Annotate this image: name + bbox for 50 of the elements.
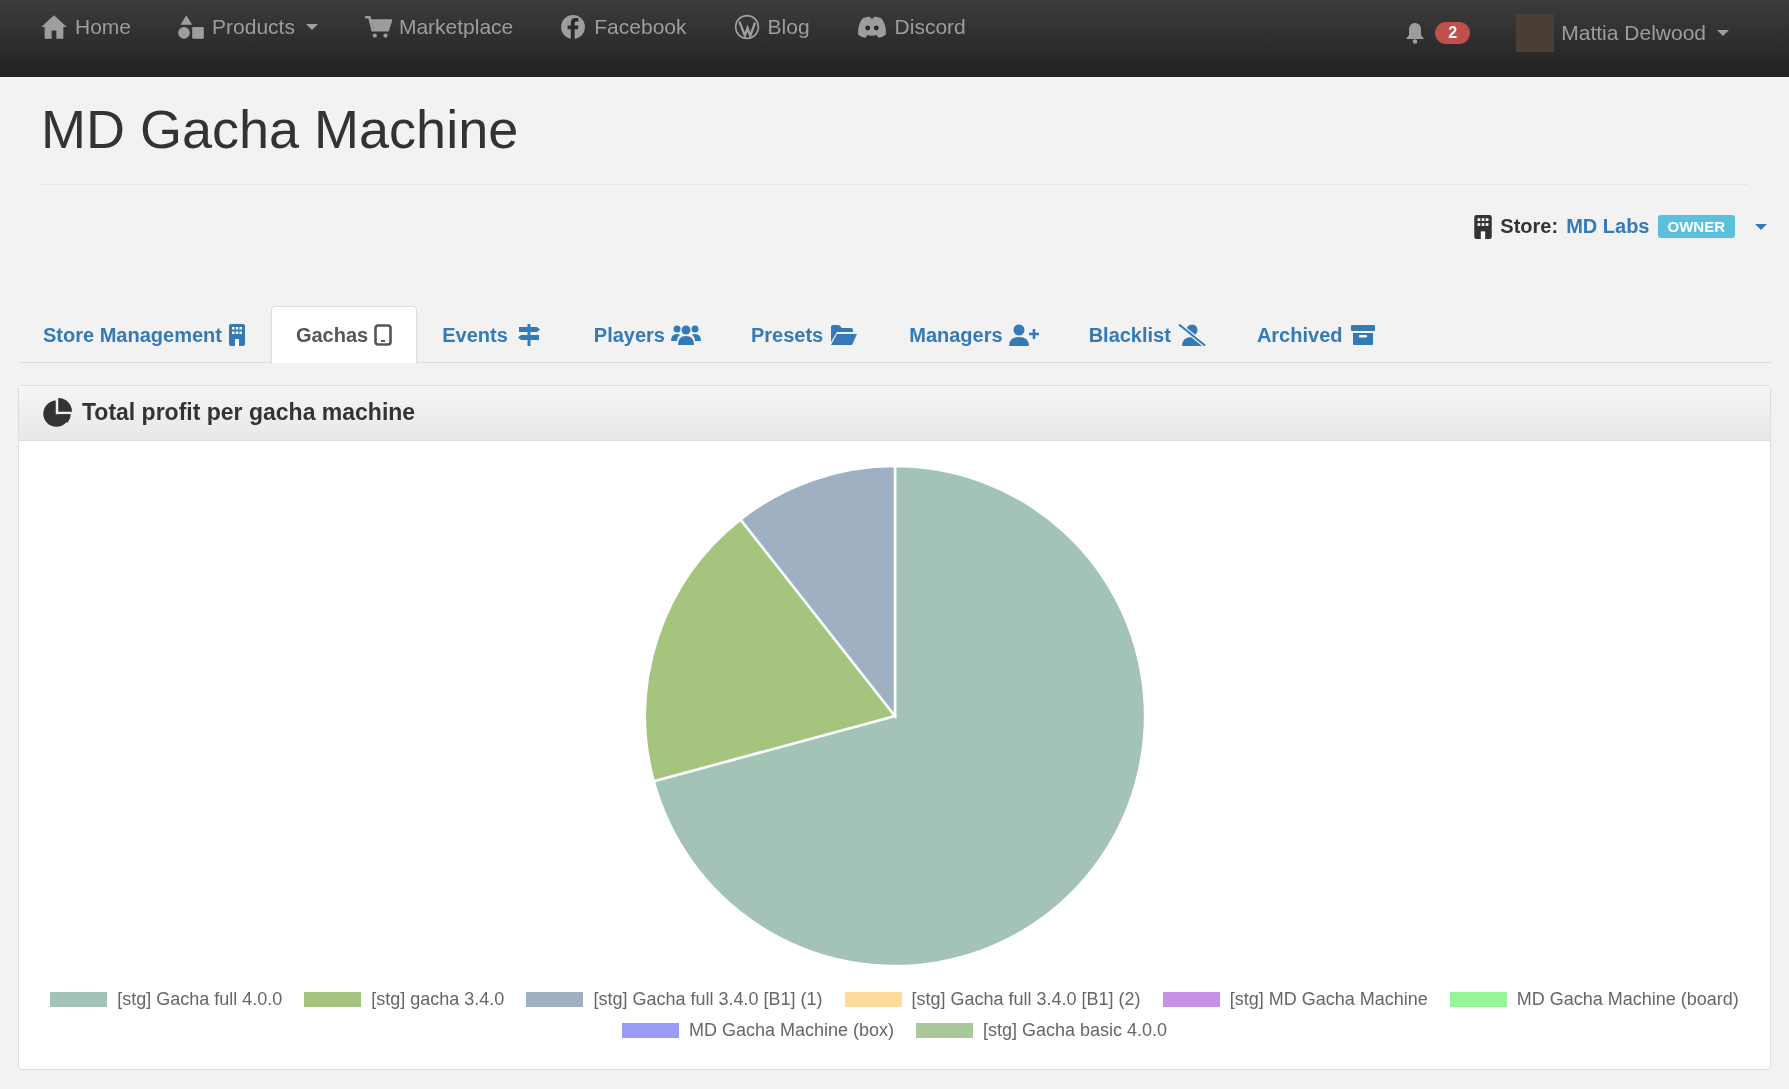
store-label: Store: (1500, 215, 1559, 239)
legend-label[interactable]: [stg] Gacha basic 4.0.0 (983, 1019, 1168, 1041)
cart-icon (363, 14, 392, 40)
legend-label[interactable]: [stg] Gacha full 4.0.0 (117, 988, 283, 1010)
nav-link[interactable]: Products (177, 14, 318, 40)
page-title: MD Gacha Machine (41, 98, 520, 161)
notification-count: 2 (1435, 22, 1471, 44)
facebook-icon (559, 14, 588, 40)
owner-badge: OWNER (1657, 215, 1735, 239)
home-icon (40, 14, 68, 40)
caret-icon[interactable] (1755, 223, 1767, 230)
legend-label[interactable]: MD Gacha Machine (box) (688, 1019, 894, 1041)
pie-slice[interactable] (738, 464, 896, 718)
building-icon (227, 324, 246, 347)
avatar-photo-placeholder (1516, 14, 1555, 52)
panel-title: Total profit per gacha machine (82, 399, 416, 427)
discord-icon (855, 14, 888, 40)
folder-icon (829, 324, 860, 347)
users-icon (670, 324, 701, 347)
shapes-icon (177, 14, 206, 40)
nav-link[interactable]: Home (40, 14, 132, 40)
nav-link[interactable]: Facebook (559, 14, 687, 40)
nav-link[interactable]: Discord (855, 14, 966, 40)
nav-link[interactable]: Blog (732, 14, 810, 40)
tab[interactable]: Blacklist (1063, 305, 1232, 363)
tab[interactable]: Gachas (270, 305, 418, 363)
store-name-link[interactable]: MD Labs (1566, 215, 1650, 239)
caret-icon (1717, 30, 1729, 36)
legend-label[interactable]: [stg] MD Gacha Machine (1229, 988, 1428, 1010)
legend-label[interactable]: [stg] Gacha full 3.4.0 [B1] (1) (593, 988, 823, 1010)
tab[interactable]: Archived (1231, 305, 1404, 363)
tab[interactable]: Players (568, 305, 726, 363)
user-menu[interactable]: Mattia Delwood (1516, 14, 1729, 52)
wordpress-icon (732, 14, 761, 40)
caret-icon (305, 24, 318, 30)
user-plus-icon (1008, 324, 1039, 347)
tab[interactable]: Managers (884, 305, 1064, 363)
bell-icon (1405, 22, 1426, 44)
user-slash-icon (1176, 324, 1207, 347)
pie-chart-icon (42, 397, 72, 428)
nav-link[interactable]: Marketplace (363, 14, 514, 40)
legend-label[interactable]: [stg] Gacha full 3.4.0 [B1] (2) (911, 988, 1141, 1010)
legend-label[interactable]: MD Gacha Machine (board) (1516, 988, 1739, 1010)
tab[interactable]: Events (417, 305, 569, 363)
legend-label[interactable]: [stg] gacha 3.4.0 (371, 988, 505, 1010)
tab[interactable]: Presets (725, 305, 885, 363)
building-icon (1474, 214, 1493, 239)
tab[interactable]: Store Management (18, 305, 271, 363)
notifications-button[interactable]: 2 (1405, 22, 1471, 44)
tablet-icon (374, 324, 393, 347)
